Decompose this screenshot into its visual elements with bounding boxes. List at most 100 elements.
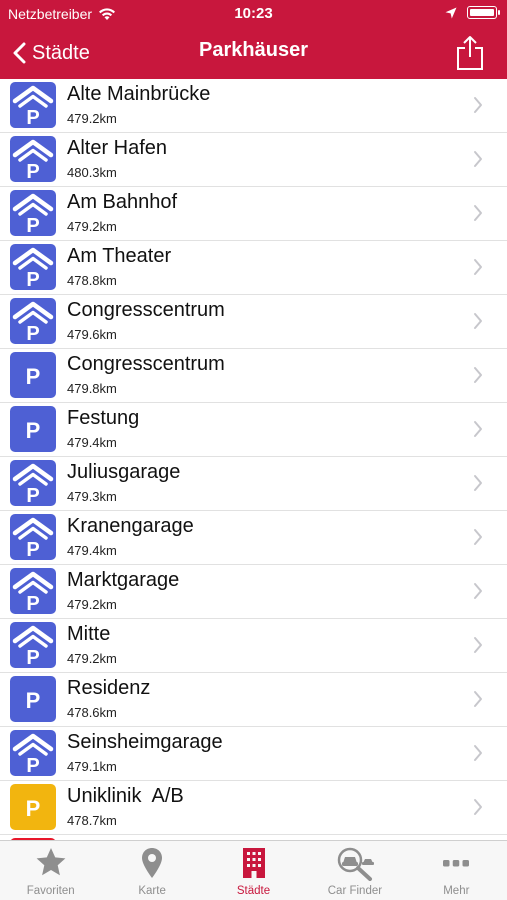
tab-label: Karte [138,885,166,897]
map-pin-icon [142,848,163,878]
nav-bar: Städte Parkhäuser [0,27,507,79]
svg-text:P: P [26,107,39,128]
svg-text:P: P [26,796,41,821]
svg-text:P: P [26,418,41,443]
location-arrow-icon [445,7,457,18]
parking-row[interactable]: P Juliusgarage 479.3km [0,457,507,511]
parking-row[interactable]: P Uniklinik A/B 478.7km [0,781,507,835]
parking-distance: 478.7km [67,813,117,828]
parking-distance: 480.3km [67,165,117,180]
app-header: Netzbetreiber 10:23 Städte Parkhäuser [0,0,507,79]
tab-karte[interactable]: Karte [101,841,202,900]
parking-garage-icon: P [10,82,56,128]
parking-distance: 479.4km [67,543,117,558]
chevron-right-icon [474,799,482,815]
chevron-right-icon [474,205,482,221]
status-bar: Netzbetreiber 10:23 [0,0,507,27]
parking-garage-icon: P [10,298,56,344]
chevron-right-icon [474,691,482,707]
chevron-right-icon [474,637,482,653]
parking-garage-icon: P [10,244,56,290]
parking-name: Mitte [67,623,111,645]
parking-distance: 479.3km [67,489,117,504]
parking-name: Congresscentrum [67,353,225,375]
parking-name: Festung [67,407,140,429]
parking-row[interactable]: P Marktgarage 479.2km [0,565,507,619]
chevron-right-icon [474,421,482,437]
parking-distance: 479.6km [67,327,117,342]
tab-favoriten[interactable]: Favoriten [0,841,101,900]
parking-name: Am Theater [67,245,172,267]
chevron-right-icon [474,97,482,113]
svg-text:P: P [26,485,39,506]
parking-garage-icon: P [10,622,56,668]
parking-name: Juliusgarage [67,461,181,483]
tab-bar: Favoriten Karte Städte Car Finder Mehr [0,840,507,900]
svg-text:P: P [26,755,39,776]
parking-garage-icon: P [10,730,56,776]
tab-label: Car Finder [327,885,383,897]
parking-row[interactable]: P Am Bahnhof 479.2km [0,187,507,241]
svg-text:P: P [26,161,39,182]
parking-distance: 479.1km [67,759,117,774]
parking-name: Alter Hafen [67,137,168,159]
parking-row[interactable]: P Mitte 479.2km [0,619,507,673]
parking-row[interactable]: P Residenz 478.6km [0,673,507,727]
more-dots-icon [443,860,470,867]
parking-garage-icon: P [10,460,56,506]
parking-lot-icon: P [10,406,56,452]
svg-text:P: P [26,688,41,713]
parking-row[interactable]: P Festung 479.4km [0,403,507,457]
parking-name: Marktgarage [67,569,180,591]
parking-distance: 479.2km [67,111,117,126]
parking-distance: 478.6km [67,705,117,720]
status-time: 10:23 [234,5,273,22]
parking-row[interactable]: P Alter Hafen 480.3km [0,133,507,187]
battery-icon [467,6,500,19]
chevron-right-icon [474,367,482,383]
parking-distance: 479.2km [67,597,117,612]
svg-text:P: P [26,593,39,614]
parking-distance: 479.4km [67,435,117,450]
parking-name: Congresscentrum [67,299,225,321]
svg-text:P: P [26,269,39,290]
parking-name: Kranengarage [67,515,194,537]
parking-lot-yellow-icon: P [10,784,56,830]
parking-distance: 479.8km [67,381,117,396]
parking-name: Uniklinik A/B [67,785,184,807]
tab-staedte[interactable]: Städte [203,841,304,900]
parking-row[interactable]: P Alte Mainbrücke 479.2km [0,79,507,133]
chevron-right-icon [474,583,482,599]
chevron-right-icon [474,313,482,329]
parking-distance: 478.8km [67,273,117,288]
parking-row[interactable]: P Seinsheimgarage 479.1km [0,727,507,781]
tab-label: Städte [236,885,271,897]
parking-name: Am Bahnhof [67,191,178,213]
parking-row[interactable]: P Congresscentrum 479.8km [0,349,507,403]
tab-label: Favoriten [26,885,75,897]
chevron-right-icon [474,259,482,275]
parking-lot-icon: P [10,676,56,722]
tab-car-finder[interactable]: Car Finder [304,841,405,900]
parking-garage-icon: P [10,136,56,182]
svg-text:P: P [26,539,39,560]
parking-name: Alte Mainbrücke [67,83,211,105]
parking-name: Residenz [67,677,151,699]
parking-list: P Alte Mainbrücke 479.2km P Alter Hafen 480.3… [0,79,507,840]
parking-distance: 479.2km [67,651,117,666]
building-icon [242,848,265,878]
star-icon [36,848,66,876]
car-search-icon [337,847,374,881]
parking-row[interactable]: P Kranengarage 479.4km [0,511,507,565]
chevron-right-icon [474,151,482,167]
parking-garage-icon: P [10,514,56,560]
chevron-right-icon [474,529,482,545]
parking-lot-icon: P [10,352,56,398]
parking-row[interactable]: P Am Theater 478.8km [0,241,507,295]
parking-row[interactable]: P Congresscentrum 479.6km [0,295,507,349]
svg-text:P: P [26,364,41,389]
tab-mehr[interactable]: Mehr [406,841,507,900]
page-title: Parkhäuser [199,39,308,61]
share-icon[interactable] [455,35,485,71]
svg-text:P: P [26,647,39,668]
